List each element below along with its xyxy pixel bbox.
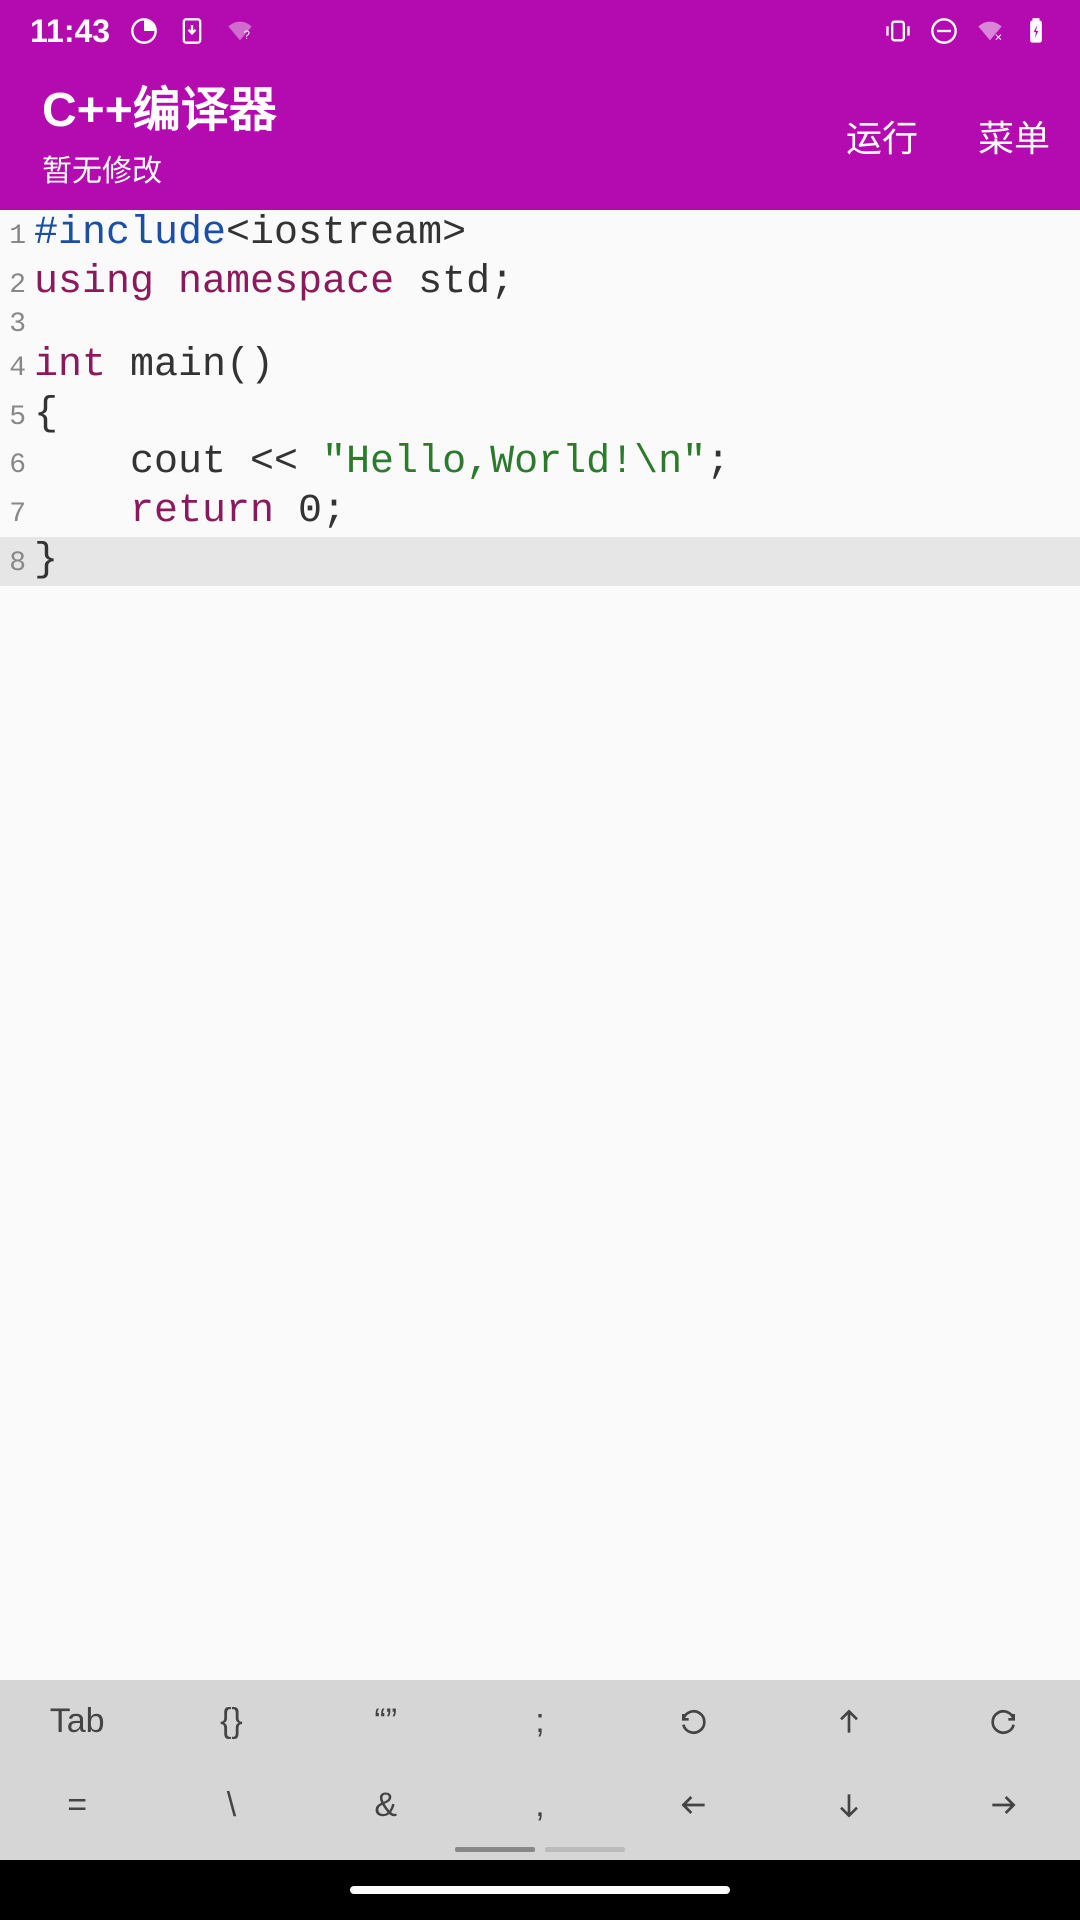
battery-charging-icon — [1022, 17, 1050, 45]
code-content[interactable]: using namespace std; — [34, 259, 514, 308]
toolbar-key-up[interactable] — [771, 1680, 925, 1764]
header-title-area: C++编译器 暂无修改 — [42, 82, 277, 190]
code-line[interactable]: 4int main() — [0, 342, 1080, 391]
toolbar-key-Tab[interactable]: Tab — [0, 1680, 154, 1764]
toolbar-row-2: =\&, — [0, 1764, 1080, 1848]
file-status: 暂无修改 — [42, 146, 277, 190]
line-number: 8 — [0, 547, 34, 581]
toolbar-key-down[interactable] — [771, 1764, 925, 1848]
code-line[interactable]: 1#include<iostream> — [0, 210, 1080, 259]
line-number: 5 — [0, 401, 34, 435]
page-dot-inactive — [545, 1847, 625, 1852]
toolbar-key-symbol[interactable]: = — [0, 1764, 154, 1848]
vibrate-icon — [884, 17, 912, 45]
toolbar-key-symbol[interactable]: ; — [463, 1680, 617, 1764]
code-content[interactable]: cout << "Hello,World!\n"; — [34, 439, 730, 488]
code-line[interactable]: 5{ — [0, 391, 1080, 440]
left-icon — [678, 1789, 710, 1821]
toolbar-key-symbol[interactable]: \ — [154, 1764, 308, 1848]
line-number: 2 — [0, 269, 34, 303]
toolbar-key-redo[interactable] — [926, 1680, 1080, 1764]
toolbar-key-right[interactable] — [926, 1764, 1080, 1848]
page-dot-active — [455, 1847, 535, 1852]
download-icon — [178, 17, 206, 45]
line-number: 1 — [0, 220, 34, 254]
status-time: 11:43 — [30, 13, 110, 50]
wifi-off-icon: × — [976, 17, 1004, 45]
wifi-question-icon: ? — [226, 17, 254, 45]
toolbar-key-left[interactable] — [617, 1764, 771, 1848]
line-number: 3 — [0, 308, 34, 342]
code-content[interactable]: { — [34, 391, 58, 440]
code-editor[interactable]: 1#include<iostream>2using namespace std;… — [0, 210, 1080, 1680]
app-icon-circle — [130, 17, 158, 45]
redo-icon — [987, 1706, 1019, 1738]
status-right: × — [884, 17, 1050, 45]
nav-bar — [0, 1860, 1080, 1920]
code-content[interactable]: } — [34, 537, 58, 586]
right-icon — [987, 1789, 1019, 1821]
toolbar-key-symbol[interactable]: {} — [154, 1680, 308, 1764]
run-button[interactable]: 运行 — [846, 110, 918, 162]
undo-icon — [678, 1706, 710, 1738]
svg-text:×: × — [995, 30, 1003, 45]
app-header: C++编译器 暂无修改 运行 菜单 — [0, 62, 1080, 210]
line-number: 7 — [0, 498, 34, 532]
toolbar-key-symbol[interactable]: , — [463, 1764, 617, 1848]
toolbar-key-symbol[interactable]: “” — [309, 1680, 463, 1764]
code-line[interactable]: 3 — [0, 308, 1080, 342]
code-line[interactable]: 2using namespace std; — [0, 259, 1080, 308]
toolbar-key-undo[interactable] — [617, 1680, 771, 1764]
status-left: 11:43 ? — [30, 13, 254, 50]
toolbar-key-symbol[interactable]: & — [309, 1764, 463, 1848]
down-icon — [833, 1789, 865, 1821]
app-title: C++编译器 — [42, 82, 277, 140]
dnd-icon — [930, 17, 958, 45]
code-content[interactable]: int main() — [34, 342, 274, 391]
code-content[interactable]: #include<iostream> — [34, 210, 466, 259]
code-line[interactable]: 7 return 0; — [0, 488, 1080, 537]
status-bar: 11:43 ? × — [0, 0, 1080, 62]
nav-pill[interactable] — [350, 1886, 730, 1894]
code-line[interactable]: 6 cout << "Hello,World!\n"; — [0, 439, 1080, 488]
line-number: 4 — [0, 352, 34, 386]
page-indicator — [0, 1847, 1080, 1860]
header-actions: 运行 菜单 — [846, 110, 1050, 162]
line-number: 6 — [0, 449, 34, 483]
svg-text:?: ? — [244, 29, 251, 42]
keyboard-toolbar: Tab{}“”; =\&, — [0, 1680, 1080, 1860]
menu-button[interactable]: 菜单 — [978, 110, 1050, 162]
toolbar-row-1: Tab{}“”; — [0, 1680, 1080, 1764]
code-content[interactable]: return 0; — [34, 488, 346, 537]
code-line[interactable]: 8} — [0, 537, 1080, 586]
up-icon — [833, 1706, 865, 1738]
